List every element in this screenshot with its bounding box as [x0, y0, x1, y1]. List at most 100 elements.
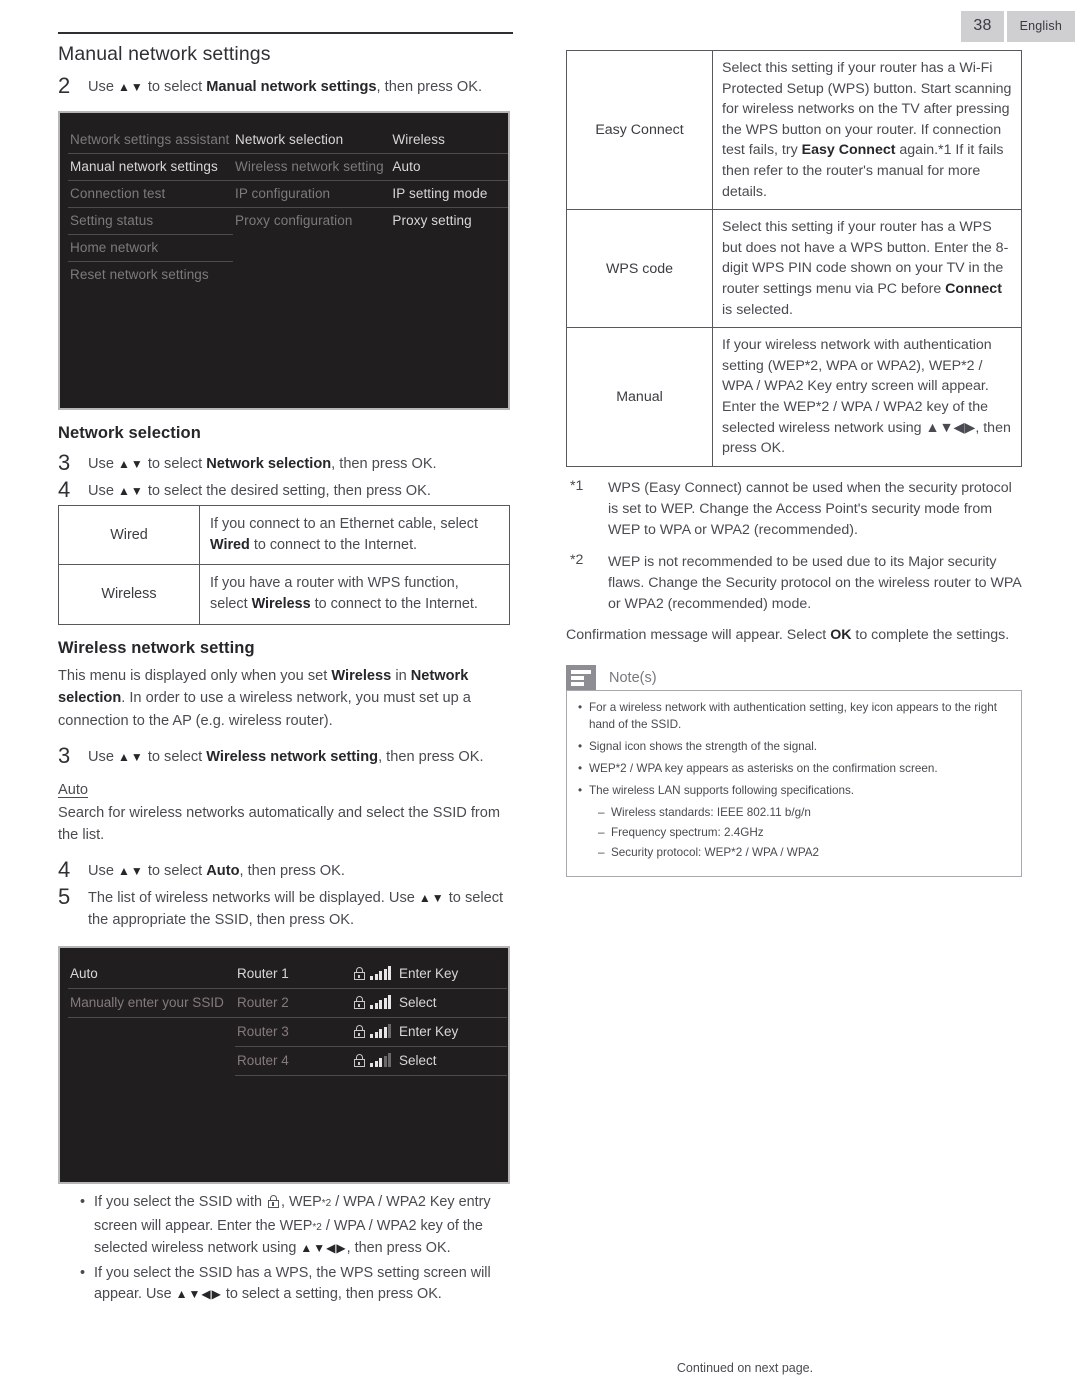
router-row-4[interactable]: Router 4 — [235, 1047, 397, 1076]
tv-value-proxy-setting[interactable]: Proxy setting — [390, 208, 508, 234]
router-action-column: Enter Key Select Enter Key Select — [397, 960, 507, 1076]
wps-bold: Connect — [945, 280, 1002, 297]
signal-strength-icon — [370, 1024, 391, 1039]
up-down-arrows-icon: ▲▼ — [118, 749, 144, 764]
b1-sup2: *2 — [312, 1221, 322, 1233]
router-1-action[interactable]: Enter Key — [397, 960, 507, 989]
step-3-network-selection: 3 Use ▲▼ to select Network selection, th… — [58, 450, 513, 476]
step-4-text: Use ▲▼ to select the desired setting, th… — [88, 477, 431, 503]
notes-icon — [566, 665, 596, 691]
left-column: Manual network settings 2 Use ▲▼ to sele… — [58, 32, 513, 1309]
table-row-manual: Manual If your wireless network with aut… — [566, 327, 1022, 467]
direction-arrows-icon: ▲▼◀▶ — [300, 1240, 347, 1255]
step-4a-number: 4 — [58, 857, 71, 883]
up-down-arrows-icon: ▲▼ — [118, 456, 144, 471]
step-4-number: 4 — [58, 476, 71, 502]
tv-item-home-network[interactable]: Home network — [68, 235, 233, 262]
wireless-text-c: to connect to the Internet. — [310, 596, 478, 613]
tv-menu-screenshot: Network settings assistant Manual networ… — [58, 110, 510, 410]
wireless-setting-modes-table: Easy Connect Select this setting if your… — [566, 49, 1022, 467]
bullet-dot: • — [578, 783, 583, 797]
notes-body: • For a wireless network with authenticat… — [566, 690, 1022, 877]
footnote-2-text: WEP is not recommended to be used due to… — [608, 553, 1021, 612]
router-2-action[interactable]: Select — [397, 989, 507, 1018]
router-1-name: Router 1 — [237, 965, 289, 981]
b1-a: If you select the SSID with — [94, 1193, 266, 1210]
manual-page: 38 English Manual network settings 2 Use… — [0, 0, 1080, 1397]
router-row-2[interactable]: Router 2 — [235, 989, 397, 1018]
footnote-2: *2 WEP is not recommended to be used due… — [566, 552, 1022, 615]
ssid-bullet-list: • If you select the SSID with , WEP*2 / … — [58, 1192, 513, 1306]
tv-value-wireless[interactable]: Wireless — [390, 127, 508, 154]
language-badge: English — [1006, 11, 1075, 42]
table-row-wired: Wired If you connect to an Ethernet cabl… — [58, 504, 510, 566]
tv-item-network-selection[interactable]: Network selection — [233, 127, 391, 154]
tv-item-connection-test[interactable]: Connection test — [68, 181, 233, 208]
tv-value-ip-setting-mode[interactable]: IP setting mode — [390, 181, 508, 208]
note-sub-2-text: Frequency spectrum: 2.4GHz — [611, 825, 764, 839]
footnote-1-marker: *1 — [570, 477, 584, 494]
router-option-manual-ssid[interactable]: Manually enter your SSID — [68, 989, 235, 1018]
tv-item-ip-configuration[interactable]: IP configuration — [233, 181, 391, 208]
bullet-dot: • — [578, 740, 583, 754]
bullet-dot: • — [80, 1264, 86, 1281]
step-3-text: Use ▲▼ to select Network selection, then… — [88, 450, 437, 476]
step-2-text: Use ▲▼ to select Manual network settings… — [88, 73, 482, 99]
note-item-1: • For a wireless network with authenticat… — [578, 700, 1010, 734]
step-3-mid: to select — [143, 455, 207, 472]
router-4-action[interactable]: Select — [397, 1047, 507, 1076]
router-row-1[interactable]: Router 1 — [235, 960, 397, 989]
note-item-3: • WEP*2 / WPA key appears as asterisks on… — [578, 761, 1010, 778]
wireless-text-b: Wireless — [251, 596, 311, 613]
heading-auto: Auto — [58, 781, 89, 798]
wireless-intro-paragraph: This menu is displayed only when you set… — [58, 665, 513, 733]
router-3-action[interactable]: Enter Key — [397, 1018, 507, 1047]
tv-menu-column-1: Network settings assistant Manual networ… — [68, 127, 233, 288]
intro-a: This menu is displayed only when you set — [58, 667, 332, 684]
router-2-name: Router 2 — [237, 994, 289, 1010]
step-2-pre: Use — [88, 79, 119, 95]
router-3-indicators — [354, 1024, 391, 1039]
right-column: Easy Connect Select this setting if your… — [566, 49, 1022, 877]
notes-header: Note(s) — [566, 665, 1022, 691]
router-row-3[interactable]: Router 3 — [235, 1018, 397, 1047]
tv-item-manual-network-settings[interactable]: Manual network settings — [68, 154, 233, 181]
tv-item-network-settings-assistant[interactable]: Network settings assistant — [68, 127, 233, 154]
cell-key-easy-connect: Easy Connect — [566, 49, 713, 211]
step-4a-bold: Auto — [206, 863, 240, 880]
cell-value-wired: If you connect to an Ethernet cable, sel… — [199, 504, 510, 566]
tv-menu-empty-area — [60, 288, 508, 408]
tv-item-proxy-configuration[interactable]: Proxy configuration — [233, 208, 390, 234]
tv-item-setting-status[interactable]: Setting status — [68, 208, 233, 235]
tv-menu-column-3: Wireless Auto IP setting mode Proxy sett… — [390, 127, 508, 288]
tv-value-auto[interactable]: Auto — [390, 154, 508, 181]
step-3-bold: Network selection — [206, 455, 332, 472]
router-option-auto[interactable]: Auto — [68, 960, 235, 989]
cell-key-wireless: Wireless — [58, 564, 200, 625]
step-4-pre: Use — [88, 482, 119, 499]
step-4a-mid: to select — [143, 863, 207, 880]
footer-text: Continued on next page. — [676, 1361, 814, 1375]
note-2-text: Signal icon shows the strength of the si… — [589, 740, 818, 754]
tv-item-reset-network-settings[interactable]: Reset network settings — [68, 262, 233, 288]
title-rule — [58, 32, 513, 34]
router-2-indicators — [354, 995, 391, 1010]
table-row-wps-code: WPS code Select this setting if your rou… — [566, 209, 1022, 329]
dash-marker: – — [598, 805, 605, 819]
up-down-arrows-icon: ▲▼ — [118, 80, 144, 94]
cell-key-manual: Manual — [566, 327, 713, 467]
note-1-text: For a wireless network with authenticati… — [589, 701, 997, 732]
b1-sup1: *2 — [321, 1197, 332, 1209]
b2-e: to select a setting, then press OK. — [221, 1286, 442, 1303]
table-row-easy-connect: Easy Connect Select this setting if your… — [566, 49, 1022, 211]
tv-item-wireless-network-setting[interactable]: Wireless network setting — [233, 154, 391, 181]
b1-e: , then press OK. — [346, 1239, 451, 1256]
dash-marker: – — [598, 825, 605, 839]
step-4a-pre: Use — [88, 863, 119, 880]
step-3-wireless: 3 Use ▲▼ to select Wireless network sett… — [58, 743, 513, 769]
page-number-badge: 38 — [961, 11, 1004, 42]
step-5-text: The list of wireless networks will be di… — [88, 884, 513, 932]
lock-icon — [354, 1054, 365, 1068]
note-sub-item-2: – Frequency spectrum: 2.4GHz — [598, 825, 1010, 842]
step-3w-number: 3 — [58, 742, 71, 768]
